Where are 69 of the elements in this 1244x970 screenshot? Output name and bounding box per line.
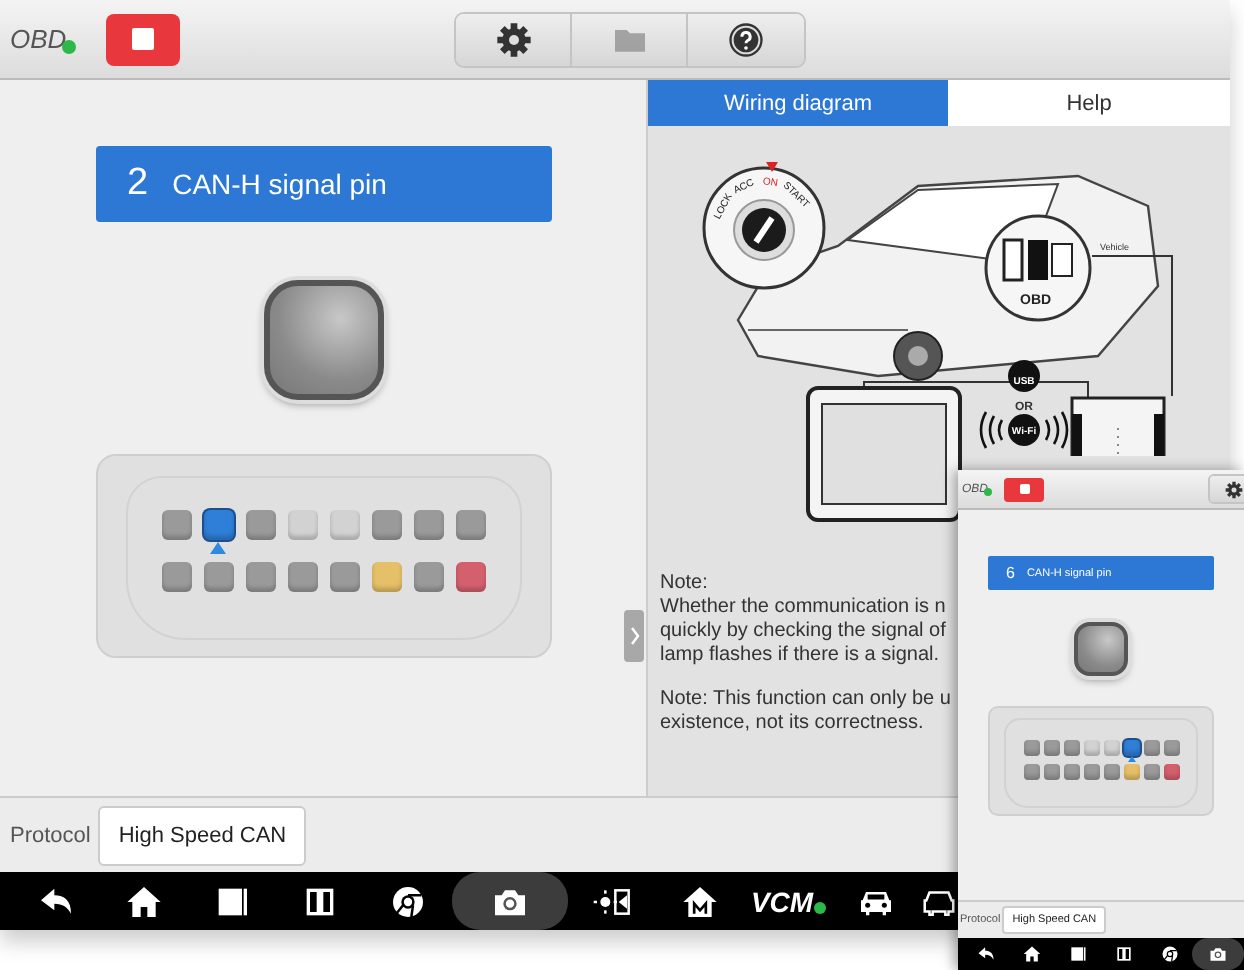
connector-pin[interactable] [1083, 764, 1099, 780]
connection-label: OBD [10, 24, 67, 54]
protocol-field: High Speed CAN [98, 805, 307, 865]
connector-pin[interactable] [371, 562, 401, 592]
connector-pin[interactable] [329, 510, 359, 540]
connector-pin[interactable] [1123, 740, 1139, 756]
vcm-button[interactable]: VCM [744, 872, 832, 930]
stop-icon [132, 28, 154, 50]
browser-icon [388, 881, 428, 921]
connector-pin[interactable] [1163, 764, 1179, 780]
pin-number: 2 [127, 162, 149, 206]
pin-label: CAN-H signal pin [172, 168, 387, 200]
connector-pin[interactable] [1043, 740, 1059, 756]
stop-button[interactable] [106, 13, 180, 65]
panel-tab[interactable]: Help [948, 80, 1230, 126]
stop-button[interactable] [1004, 477, 1044, 501]
connector-pin[interactable] [161, 562, 191, 592]
connector-pin[interactable] [203, 562, 233, 592]
pin-number: 6 [1006, 564, 1015, 582]
screenshot-button[interactable] [452, 872, 568, 930]
settings-icon [493, 19, 533, 59]
connector-pin[interactable] [287, 562, 317, 592]
back-icon [975, 944, 995, 964]
connector-pin[interactable] [1163, 740, 1179, 756]
connector-pin[interactable] [371, 510, 401, 540]
settings-button[interactable] [456, 13, 572, 65]
home-icon [1021, 944, 1041, 964]
connector-pin[interactable] [287, 510, 317, 540]
connector-pin[interactable] [413, 562, 443, 592]
protocol-label: Protocol [10, 823, 91, 847]
collapse-handle[interactable] [624, 610, 644, 662]
connector-pin[interactable] [1103, 740, 1119, 756]
connector-pin[interactable] [245, 562, 275, 592]
panel-tab[interactable]: Wiring diagram [648, 80, 948, 126]
connector-pin[interactable] [161, 510, 191, 540]
connector-pin[interactable] [203, 510, 233, 540]
connector-pin[interactable] [1083, 740, 1099, 756]
connector-pin[interactable] [1123, 764, 1139, 780]
help-icon [726, 19, 766, 59]
connector-pin[interactable] [455, 510, 485, 540]
camera-icon [1208, 944, 1228, 964]
connector-pin[interactable] [1103, 764, 1119, 780]
home-icon [124, 881, 164, 921]
connector-pin[interactable] [1063, 764, 1079, 780]
connector-pin[interactable] [1023, 740, 1039, 756]
vci-device-drawing [1070, 396, 1166, 458]
chevron-icon [629, 626, 639, 646]
stop-icon [1019, 484, 1029, 494]
square-icon [1067, 944, 1087, 964]
connector-pin[interactable] [245, 510, 275, 540]
connector-pin[interactable] [329, 562, 359, 592]
signal-lamp-button[interactable] [263, 280, 383, 400]
connector-pin[interactable] [455, 562, 485, 592]
m-house-icon [680, 881, 720, 921]
connector-pin[interactable] [1063, 740, 1079, 756]
connector-pin[interactable] [1143, 764, 1159, 780]
connector-pin[interactable] [1043, 764, 1059, 780]
note-text: Note: Whether the communication is n quickly by checking the signal of lamp flashes if there is a signal. [660, 572, 946, 668]
browser-icon [1159, 944, 1179, 964]
columns-icon [1113, 944, 1133, 964]
connector-pin[interactable] [1143, 740, 1159, 756]
connector-pin[interactable] [413, 510, 443, 540]
settings-icon [1224, 479, 1244, 499]
help-button[interactable] [688, 13, 804, 65]
status-icon [813, 902, 826, 914]
note-text: Note: This function can only be u existence, not its correctness. [660, 688, 951, 736]
screenshot-button[interactable] [1192, 938, 1244, 970]
signal-lamp-button[interactable] [1074, 622, 1128, 676]
connector-pin[interactable] [1023, 764, 1039, 780]
